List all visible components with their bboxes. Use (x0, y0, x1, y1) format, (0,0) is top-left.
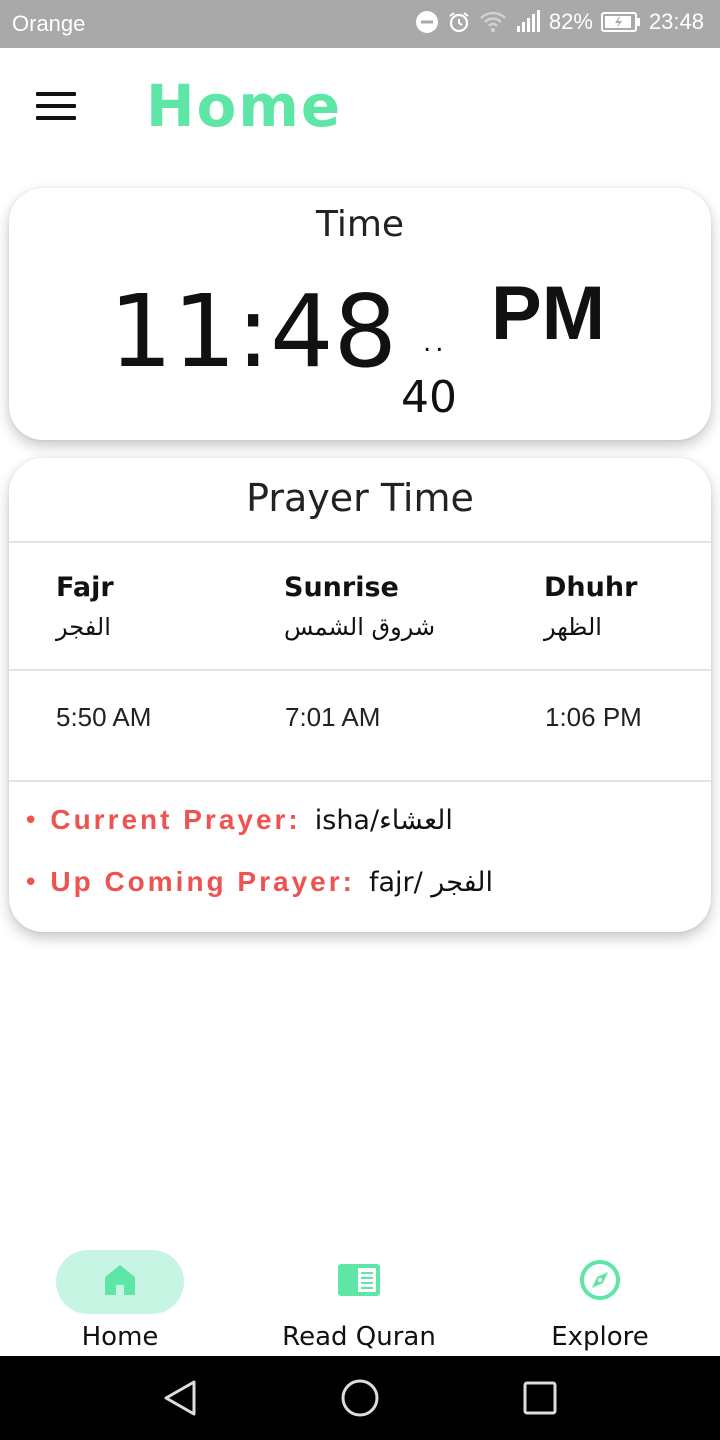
hamburger-menu-icon[interactable] (36, 92, 76, 120)
prayer-name-arabic: الظهر (544, 613, 602, 641)
prayer-time-dhuhr: 1:06 PM (545, 702, 642, 732)
clock-hours-minutes: 11:48 (109, 273, 398, 390)
status-icons: 82% 23:48 (415, 9, 704, 35)
recents-icon[interactable] (518, 1376, 562, 1420)
time-card: Time 11:48 .. 40 PM (9, 188, 711, 440)
bullet: • (23, 868, 39, 898)
prayer-column-sunrise: Sunrise شروق الشمس (284, 572, 435, 641)
prayer-time-sunrise: 7:01 AM (285, 702, 381, 732)
bullet: • (23, 806, 39, 836)
upcoming-prayer-row: • Up Coming Prayer: fajr/ الفجر (23, 866, 493, 898)
prayer-name: Sunrise (284, 572, 399, 603)
home-circle-icon[interactable] (338, 1376, 382, 1420)
page-title: Home (146, 72, 343, 140)
wifi-icon (479, 10, 507, 34)
signal-icon (515, 10, 541, 34)
system-navigation-bar (0, 1356, 720, 1440)
nav-label: Explore (551, 1322, 649, 1352)
nav-label: Read Quran (282, 1322, 436, 1352)
divider (9, 669, 711, 671)
upcoming-prayer-value: fajr/ الفجر (368, 867, 494, 898)
nav-label: Home (81, 1322, 159, 1352)
divider (9, 780, 711, 782)
clock-time: 23:48 (648, 9, 704, 34)
compass-icon (579, 1259, 621, 1305)
prayer-name: Dhuhr (544, 572, 638, 603)
home-icon (102, 1262, 138, 1302)
nav-item-explore[interactable]: Explore (500, 1250, 700, 1356)
status-bar: Orange 82% 23:48 (0, 0, 720, 48)
nav-item-read-quran[interactable]: Read Quran (259, 1250, 459, 1356)
prayer-name: Fajr (56, 572, 114, 603)
clock-seconds: 40 (401, 372, 457, 423)
current-prayer-row: • Current Prayer: isha/العشاء (23, 804, 453, 836)
prayer-column-fajr: Fajr الفجر (56, 572, 114, 641)
bottom-navigation: Home Read Quran Explore (0, 1240, 720, 1356)
prayer-time-title: Prayer Time (246, 476, 474, 520)
current-prayer-label: Current Prayer: (50, 804, 301, 835)
prayer-name-arabic: شروق الشمس (284, 613, 436, 641)
dnd-icon (415, 10, 439, 34)
prayer-name-arabic: الفجر (56, 613, 111, 641)
back-icon[interactable] (158, 1376, 202, 1420)
carrier-name: Orange (12, 11, 86, 36)
book-icon (336, 1262, 382, 1302)
seconds-separator: .. (423, 328, 448, 358)
prayer-time-card: Prayer Time Fajr الفجر Sunrise شروق الشم… (9, 458, 711, 932)
nav-item-home[interactable]: Home (20, 1250, 220, 1356)
current-prayer-value: isha/العشاء (314, 805, 453, 836)
prayer-column-dhuhr: Dhuhr الظهر (544, 572, 637, 641)
clock-ampm: PM (491, 271, 605, 356)
alarm-icon (447, 10, 471, 34)
divider (9, 541, 711, 543)
prayer-time-fajr: 5:50 AM (56, 702, 152, 732)
battery-icon (600, 11, 641, 33)
time-label: Time (315, 204, 405, 245)
battery-percent: 82% (548, 9, 593, 34)
upcoming-prayer-label: Up Coming Prayer: (50, 866, 355, 897)
app-header: Home (0, 48, 720, 168)
